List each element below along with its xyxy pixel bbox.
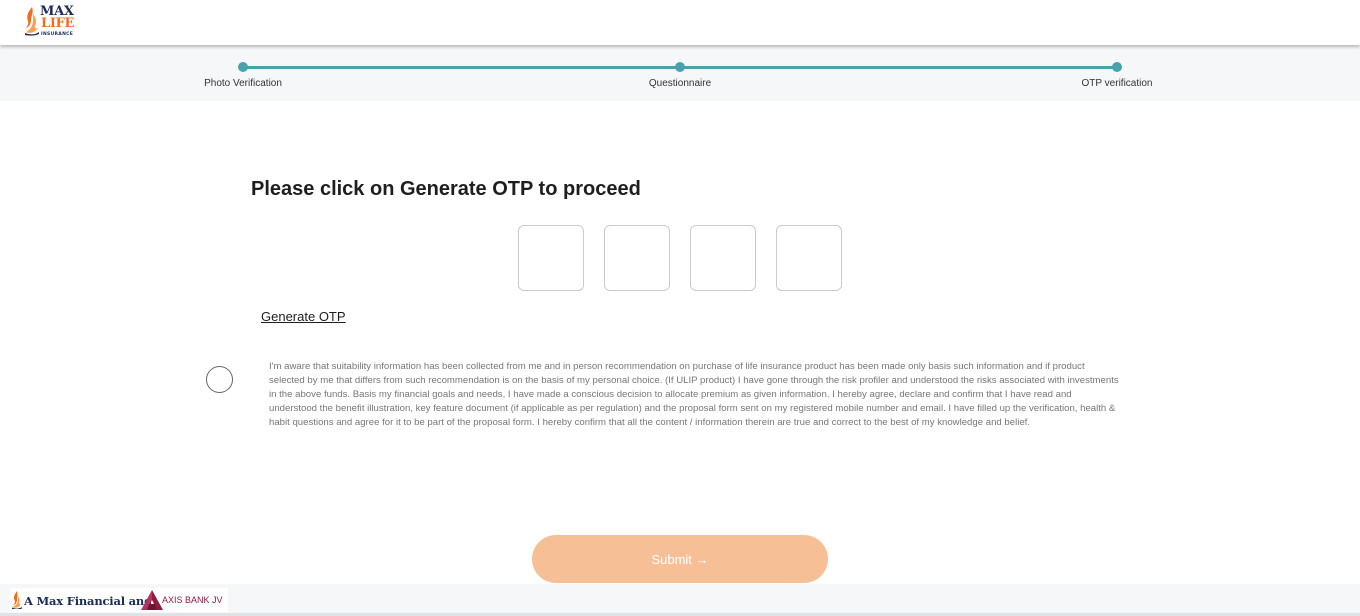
step-label-photo-verification: Photo Verification [204, 78, 282, 89]
footer-jv-logo: A Max Financial and AXIS BANK JV [10, 588, 228, 612]
step-label-otp-verification: OTP verification [1081, 78, 1153, 89]
consent-text: I'm aware that suitability information h… [269, 361, 1119, 428]
footer: A Max Financial and AXIS BANK JV [0, 584, 1360, 616]
flame-logo-icon [12, 591, 22, 609]
otp-digit-2[interactable] [604, 225, 670, 291]
progress-stepper: Photo Verification Questionnaire OTP ver… [0, 45, 1360, 101]
flame-logo-icon [25, 7, 39, 36]
otp-digit-3[interactable] [690, 225, 756, 291]
footer-partner-text: AXIS BANK JV [162, 595, 223, 605]
step-label-questionnaire: Questionnaire [648, 78, 712, 89]
max-life-logo[interactable]: MAX LIFE INSURANCE [24, 5, 84, 39]
logo-line-life: LIFE [41, 16, 75, 31]
logo-line-insurance: INSURANCE [41, 32, 74, 37]
app-header: MAX LIFE INSURANCE [0, 0, 1360, 45]
otp-digit-1[interactable] [518, 225, 584, 291]
consent-radio[interactable] [206, 366, 233, 393]
axis-bank-logo-icon [141, 590, 163, 610]
generate-otp-link[interactable]: Generate OTP [261, 309, 346, 324]
footer-brand-text: A Max Financial and [24, 594, 152, 608]
step-dot-questionnaire [675, 62, 685, 72]
otp-digit-4[interactable] [776, 225, 842, 291]
step-dot-photo-verification [238, 62, 248, 72]
submit-button[interactable]: Submit → [532, 535, 828, 583]
step-dot-otp-verification [1112, 62, 1122, 72]
page-title: Please click on Generate OTP to proceed [251, 178, 641, 200]
